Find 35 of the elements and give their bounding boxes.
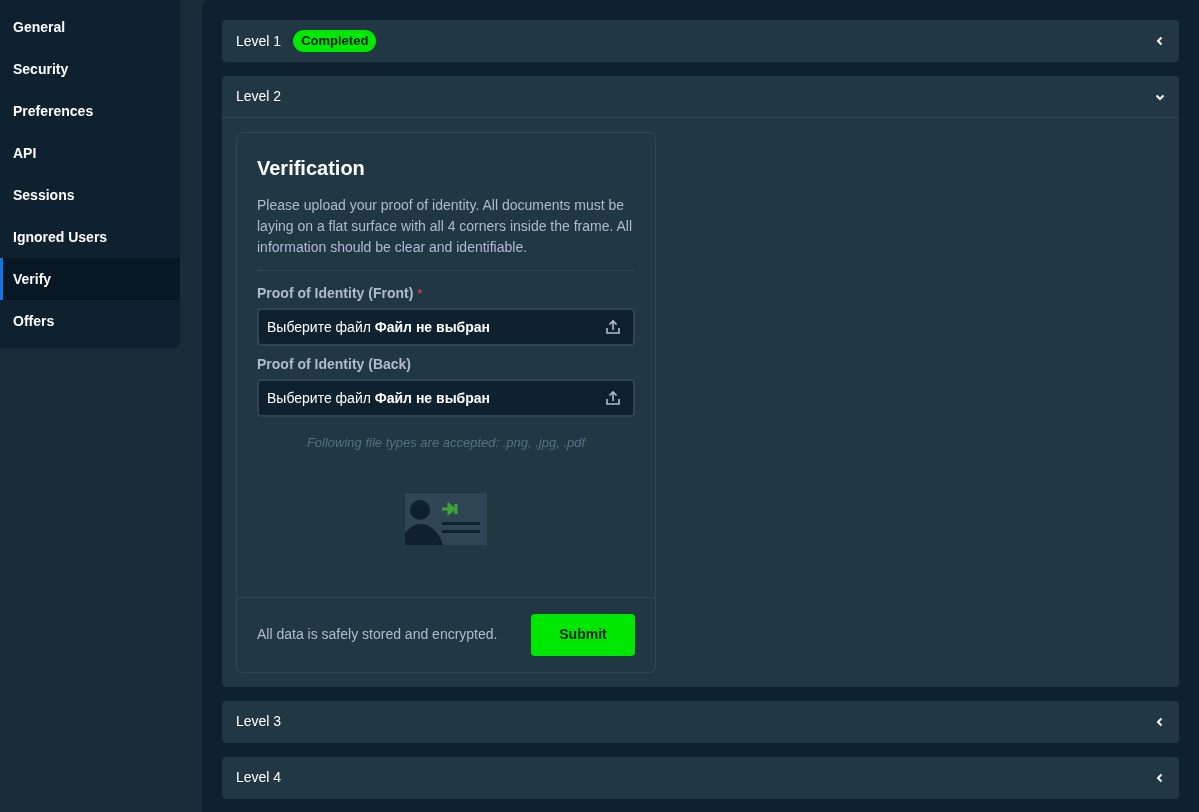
submit-button[interactable]: Submit bbox=[531, 613, 635, 656]
chevron-left-icon bbox=[1155, 36, 1165, 46]
description-text: Please upload your proof of identity. All documents must be laying on a flat surface with all 4 corners inside the frame. All information should be clear and identifiable. bbox=[257, 196, 634, 257]
level-title: Level 3 bbox=[236, 712, 282, 731]
file-input-text: Выберите файл Файл не выбран bbox=[267, 317, 491, 337]
required-mark: * bbox=[417, 284, 423, 303]
sidebar-item[interactable]: API bbox=[0, 132, 180, 174]
level-header[interactable]: Level 4 bbox=[222, 756, 1179, 799]
file-input[interactable]: Выберите файл Файл не выбран bbox=[257, 308, 635, 346]
file-input-text: Выберите файл Файл не выбран bbox=[267, 388, 491, 408]
sidebar-item[interactable]: Sessions bbox=[0, 174, 180, 216]
sidebar-item[interactable]: Verify bbox=[0, 258, 180, 300]
sidebar-item[interactable]: Security bbox=[0, 48, 180, 90]
sidebar-item[interactable]: Preferences bbox=[0, 90, 180, 132]
chevron-left-icon bbox=[1155, 716, 1165, 727]
file-input[interactable]: Выберите файл Файл не выбран bbox=[257, 379, 635, 417]
level-title: Level 1 bbox=[236, 31, 282, 51]
sidebar-item[interactable]: General bbox=[0, 6, 180, 48]
upload-icon bbox=[605, 390, 621, 406]
file-types-hint: Following file types are accepted: .png, .jpg, .pdf bbox=[305, 434, 587, 452]
level-title: Level 2 bbox=[236, 87, 282, 106]
level-header[interactable]: Level 3 bbox=[222, 700, 1179, 743]
level-title: Level 4 bbox=[236, 768, 282, 787]
sidebar-item[interactable]: Ignored Users bbox=[0, 216, 180, 258]
id-card-icon bbox=[405, 492, 487, 545]
level-header[interactable]: Level 1 Completed bbox=[222, 20, 1179, 62]
footer-text: All data is safely stored and encrypted. bbox=[257, 625, 498, 644]
card-title: Verification bbox=[257, 156, 366, 181]
level-header[interactable]: Level 2 bbox=[222, 76, 1179, 118]
status-badge: Completed bbox=[293, 30, 377, 52]
upload-icon bbox=[605, 319, 621, 335]
field-label: Proof of Identity (Back) bbox=[257, 355, 411, 374]
sidebar-item[interactable]: Offers bbox=[0, 300, 180, 342]
chevron-left-icon bbox=[1155, 772, 1165, 783]
field-label: Proof of Identity (Front) bbox=[257, 284, 414, 303]
